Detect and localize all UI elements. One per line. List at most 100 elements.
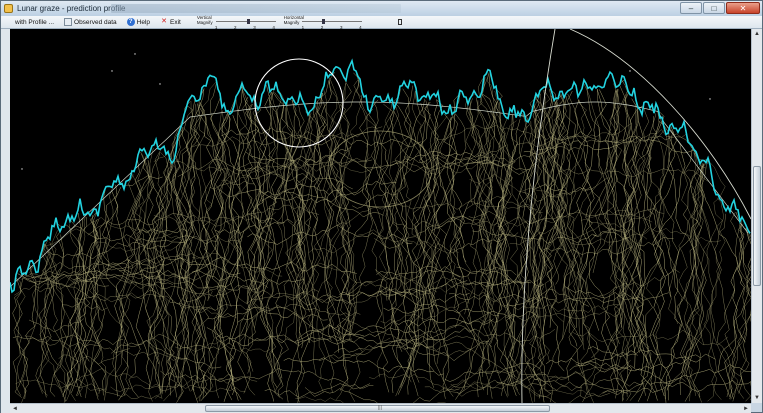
terrain-ridge [236,288,438,305]
scroll-up-arrow[interactable]: ▲ [753,30,761,38]
with-profile-menu[interactable]: with Profile ... [15,19,54,26]
terrain-line [22,264,37,399]
minimize-button[interactable]: – [680,2,702,14]
scroll-down-arrow[interactable]: ▼ [753,394,761,402]
horizontal-magnify-label: Magnify [283,19,300,25]
observed-data-button[interactable]: Observed data [64,18,117,26]
help-button[interactable]: ? Help [126,18,150,26]
scroll-left-arrow[interactable]: ◄ [11,405,19,413]
observed-data-label: Observed data [74,18,117,26]
maximize-button[interactable]: □ [703,2,725,14]
terrain-ridge [555,371,686,394]
terrain-line [632,110,665,368]
exit-button[interactable]: ✕ Exit [160,18,181,26]
terrain-ridge [192,126,383,148]
terrain-line [12,277,28,398]
terrain-line [542,89,560,309]
terrain-line [273,105,305,398]
terrain-ridge [283,357,444,376]
terrain-ridge [470,158,531,171]
horizontal-magnify-slider[interactable] [302,18,363,24]
lunar-profile-plot[interactable] [10,29,751,403]
help-icon: ? [126,18,135,26]
close-x-icon: ✕ [161,18,167,25]
terrain-ridge [62,301,108,311]
terrain-ridge [23,277,109,287]
terrain-line [119,156,147,396]
close-button[interactable]: ✕ [726,2,760,14]
terrain-line [659,126,696,397]
star-position-circle [254,58,344,148]
vertical-slider-thumb[interactable] [246,18,250,24]
title-bar: Lunar graze - prediction profile – □ ✕ [1,1,762,16]
terrain-line [376,89,401,378]
scroll-right-arrow[interactable]: ► [742,405,750,413]
terrain-line [431,97,488,325]
vertical-magnify-control: Vertical Magnify 1234 [197,15,276,30]
terrain-line [425,113,458,372]
terrain-line [13,277,26,394]
terrain-line [678,163,704,403]
crater-rim [327,130,433,208]
terrain-line [195,104,224,399]
terrain-line [323,77,352,337]
toggle-box[interactable] [398,19,403,25]
vertical-magnify-label: Magnify [196,19,213,25]
scroll-grip-icon: ||| [378,405,382,411]
terrain-ridge [150,234,242,254]
terrain-line [114,187,129,401]
terrain-ridge [424,379,610,403]
terrain-ridge [369,373,490,391]
terrain-ridge [221,161,382,183]
vertical-scrollbar[interactable]: ▲ ▼ [751,29,762,403]
terrain-line [383,103,413,397]
star-field [21,53,711,170]
terrain-line [646,116,694,401]
background-window-strip [111,4,401,13]
terrain-line [372,101,403,352]
terrain-ridge [264,388,460,403]
terrain-line [239,107,271,394]
terrain-ridge [414,342,470,356]
terrain-line [90,212,107,401]
terrain-ridge [175,340,271,353]
terrain-line [371,100,399,301]
terrain-line [145,111,186,321]
vertical-scroll-thumb[interactable] [753,165,761,286]
terrain-ridge [437,232,519,254]
window-controls: – □ ✕ [680,2,760,14]
toolbar: with Profile ... Observed data ? Help ✕ … [1,15,762,30]
table-icon [64,18,73,26]
terrain-ridge [304,383,371,394]
terrain-ridge [479,311,620,323]
terrain-line [66,217,84,390]
app-window: Lunar graze - prediction profile – □ ✕ w… [0,0,763,413]
terrain-ridge [214,221,285,234]
terrain-ridge [58,350,189,365]
with-profile-label: with Profile ... [15,18,55,26]
terrain-line [44,242,68,403]
terrain-ridge [47,238,188,260]
terrain-line [544,94,565,328]
terrain-line [220,99,242,345]
terrain-line [142,152,170,399]
horizontal-scrollbar[interactable]: ◄ ||| ► [10,403,751,413]
vertical-magnify-slider[interactable] [215,18,276,24]
terrain-line [478,120,517,329]
horizontal-magnify-control: Horizontal Magnify 1234 [284,15,363,30]
window-title: Lunar graze - prediction profile [17,4,126,13]
terrain-ridge [404,146,580,165]
terrain-mesh [12,71,751,403]
terrain-ridge [258,190,384,218]
terrain-line [724,228,751,400]
app-icon [4,4,13,13]
terrain-line [217,96,260,401]
terrain-line [385,106,409,394]
terrain-line [284,93,324,403]
terrain-ridge [117,175,163,186]
terrain-line [743,232,751,387]
terrain-line [206,108,235,394]
horizontal-slider-thumb[interactable] [322,18,326,24]
terrain-line [221,113,275,402]
left-panel-edge [1,29,10,413]
